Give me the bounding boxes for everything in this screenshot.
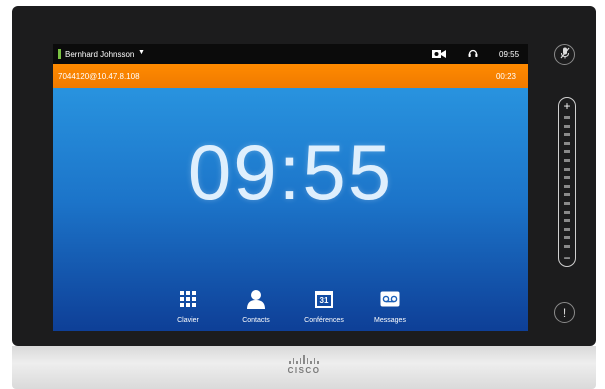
- volume-slider[interactable]: + −: [558, 97, 576, 267]
- device-bezel: CISCO: [12, 346, 596, 389]
- microphone-muted-icon: [560, 46, 570, 64]
- user-name[interactable]: Bernhard Johnsson: [65, 50, 134, 59]
- cisco-logo: CISCO: [12, 354, 596, 375]
- headset-icon[interactable]: [468, 48, 478, 61]
- contact-person-icon: [221, 288, 291, 310]
- user-dropdown-icon[interactable]: ▼: [138, 49, 145, 56]
- conferences-button[interactable]: 31 Conférences: [289, 288, 359, 324]
- calendar-day: 31: [319, 295, 329, 305]
- status-bar: Bernhard Johnsson ▼ 09:55: [53, 44, 528, 64]
- alert-icon: !: [562, 305, 567, 320]
- call-duration: 00:23: [495, 72, 516, 81]
- contacts-label: Contacts: [242, 317, 270, 324]
- brand-name: CISCO: [287, 366, 321, 375]
- conferences-label: Conférences: [304, 317, 344, 324]
- presence-indicator: [58, 49, 61, 59]
- volume-down-button[interactable]: −: [559, 252, 575, 264]
- mute-button[interactable]: [554, 44, 575, 65]
- bottom-toolbar: Clavier Contacts 31 Conférences Messages: [53, 282, 528, 331]
- alert-button[interactable]: !: [554, 302, 575, 323]
- messages-label: Messages: [374, 317, 406, 324]
- volume-up-button[interactable]: +: [559, 100, 575, 112]
- messages-button[interactable]: Messages: [355, 288, 425, 324]
- keypad-button[interactable]: Clavier: [153, 288, 223, 324]
- active-call-bar[interactable]: 7044120@10.47.8.108 00:23: [53, 64, 528, 88]
- keypad-label: Clavier: [177, 317, 199, 324]
- volume-level-ticks: [564, 116, 570, 248]
- camera-icon[interactable]: [432, 49, 446, 61]
- calendar-icon: 31: [289, 288, 359, 310]
- touch-screen: Bernhard Johnsson ▼ 09:55 7044120@10.47.…: [53, 44, 528, 331]
- main-clock: 09:55: [187, 128, 394, 216]
- keypad-icon: [153, 288, 223, 310]
- call-address: 7044120@10.47.8.108: [58, 72, 140, 81]
- contacts-button[interactable]: Contacts: [221, 288, 291, 324]
- status-time: 09:55: [499, 50, 520, 59]
- cisco-logo-bars-icon: [12, 354, 596, 364]
- voicemail-icon: [355, 288, 425, 310]
